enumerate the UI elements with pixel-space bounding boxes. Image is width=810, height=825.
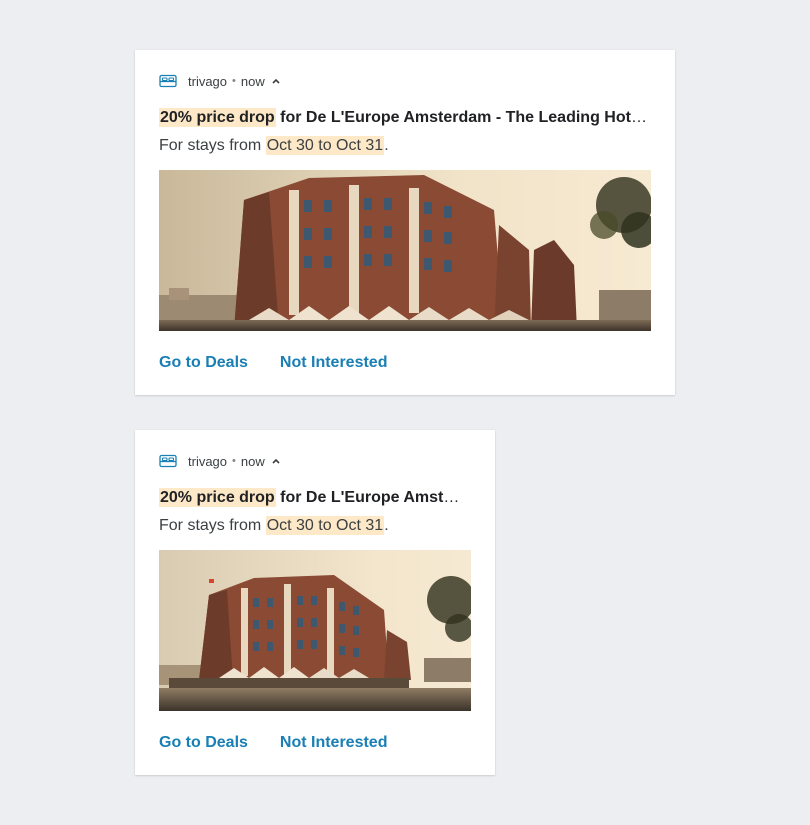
app-name: trivago <box>188 73 228 89</box>
date-range-highlight: Oct 30 to Oct 31 <box>265 136 385 155</box>
notification-time: now <box>240 453 265 469</box>
notification-subtitle: For stays from Oct 30 to Oct 31. <box>159 514 389 538</box>
not-interested-button[interactable]: Not Interested <box>280 353 388 373</box>
bed-icon <box>159 454 177 468</box>
notification-title: 20% price drop for De L'Europe Amsterdam… <box>159 106 651 130</box>
subtitle-suffix: . <box>384 517 389 534</box>
notification-time: now <box>240 73 265 89</box>
notification-header: trivago • now <box>159 71 281 91</box>
hotel-photo <box>159 170 651 331</box>
title-text: for De L'Europe Amsterda… <box>280 489 467 506</box>
separator-dot: • <box>232 455 236 467</box>
notification-actions: Go to Deals Not Interested <box>159 733 387 753</box>
notification-actions: Go to Deals Not Interested <box>159 353 387 373</box>
notification-header: trivago • now <box>159 451 281 471</box>
hotel-photo <box>159 550 471 711</box>
title-text: for De L'Europe Amsterdam - The Leading … <box>275 109 651 126</box>
subtitle-suffix: . <box>384 137 389 154</box>
notification-card[interactable]: trivago • now 20% price drop for De L'Eu… <box>135 50 675 395</box>
chevron-up-icon[interactable] <box>271 76 281 86</box>
date-range-highlight: Oct 30 to Oct 31 <box>265 516 385 535</box>
not-interested-button[interactable]: Not Interested <box>280 733 388 753</box>
bed-icon <box>159 74 177 88</box>
separator-dot: • <box>232 75 236 87</box>
app-name: trivago <box>188 453 228 469</box>
price-drop-highlight: 20% price drop <box>159 488 276 507</box>
notification-subtitle: For stays from Oct 30 to Oct 31. <box>159 134 389 158</box>
go-to-deals-button[interactable]: Go to Deals <box>159 353 248 373</box>
notification-card[interactable]: trivago • now 20% price drop for De L'Eu… <box>135 430 495 775</box>
subtitle-prefix: For stays from <box>159 137 266 154</box>
notification-title: 20% price drop for De L'Europe Amsterda… <box>159 486 467 510</box>
go-to-deals-button[interactable]: Go to Deals <box>159 733 248 753</box>
chevron-up-icon[interactable] <box>271 456 281 466</box>
price-drop-highlight: 20% price drop <box>159 108 276 127</box>
subtitle-prefix: For stays from <box>159 517 266 534</box>
